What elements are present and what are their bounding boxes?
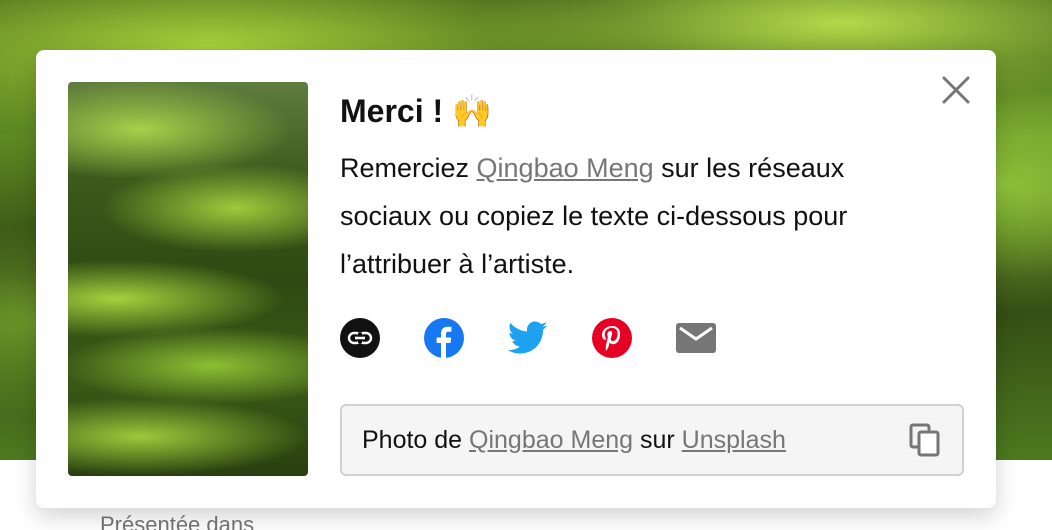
credit-site-link[interactable]: Unsplash bbox=[682, 426, 786, 454]
email-icon bbox=[676, 323, 716, 353]
title-text: Merci ! bbox=[340, 93, 444, 129]
credit-prefix: Photo de bbox=[362, 425, 470, 454]
pinterest-share-button[interactable] bbox=[592, 318, 632, 358]
facebook-share-button[interactable] bbox=[424, 318, 464, 358]
credit-middle: sur bbox=[633, 425, 682, 454]
copy-icon bbox=[909, 423, 940, 457]
copy-link-button[interactable] bbox=[340, 318, 380, 358]
share-buttons bbox=[340, 318, 950, 358]
credit-artist-link[interactable]: Qingbao Meng bbox=[469, 426, 633, 454]
link-icon bbox=[340, 318, 380, 358]
modal-title: Merci ! 🙌 bbox=[340, 88, 950, 134]
description-prefix: Remerciez bbox=[340, 153, 477, 183]
attribution-box: Photo de Qingbao Meng sur Unsplash bbox=[340, 404, 964, 476]
copy-attribution-button[interactable] bbox=[908, 423, 942, 457]
pinterest-icon bbox=[592, 318, 632, 358]
share-modal: Merci ! 🙌 Remerciez Qingbao Meng sur les… bbox=[36, 50, 996, 508]
facebook-icon bbox=[424, 318, 464, 358]
featured-in-label: Présentée dans bbox=[100, 512, 255, 530]
modal-content: Merci ! 🙌 Remerciez Qingbao Meng sur les… bbox=[340, 88, 950, 358]
artist-link[interactable]: Qingbao Meng bbox=[477, 153, 654, 183]
twitter-icon bbox=[508, 321, 548, 354]
photo-thumbnail bbox=[68, 82, 308, 476]
twitter-share-button[interactable] bbox=[508, 318, 548, 358]
raising-hands-emoji: 🙌 bbox=[452, 93, 492, 129]
thank-description: Remerciez Qingbao Meng sur les réseaux s… bbox=[340, 144, 930, 288]
email-share-button[interactable] bbox=[676, 318, 716, 358]
attribution-text: Photo de Qingbao Meng sur Unsplash bbox=[362, 426, 786, 455]
